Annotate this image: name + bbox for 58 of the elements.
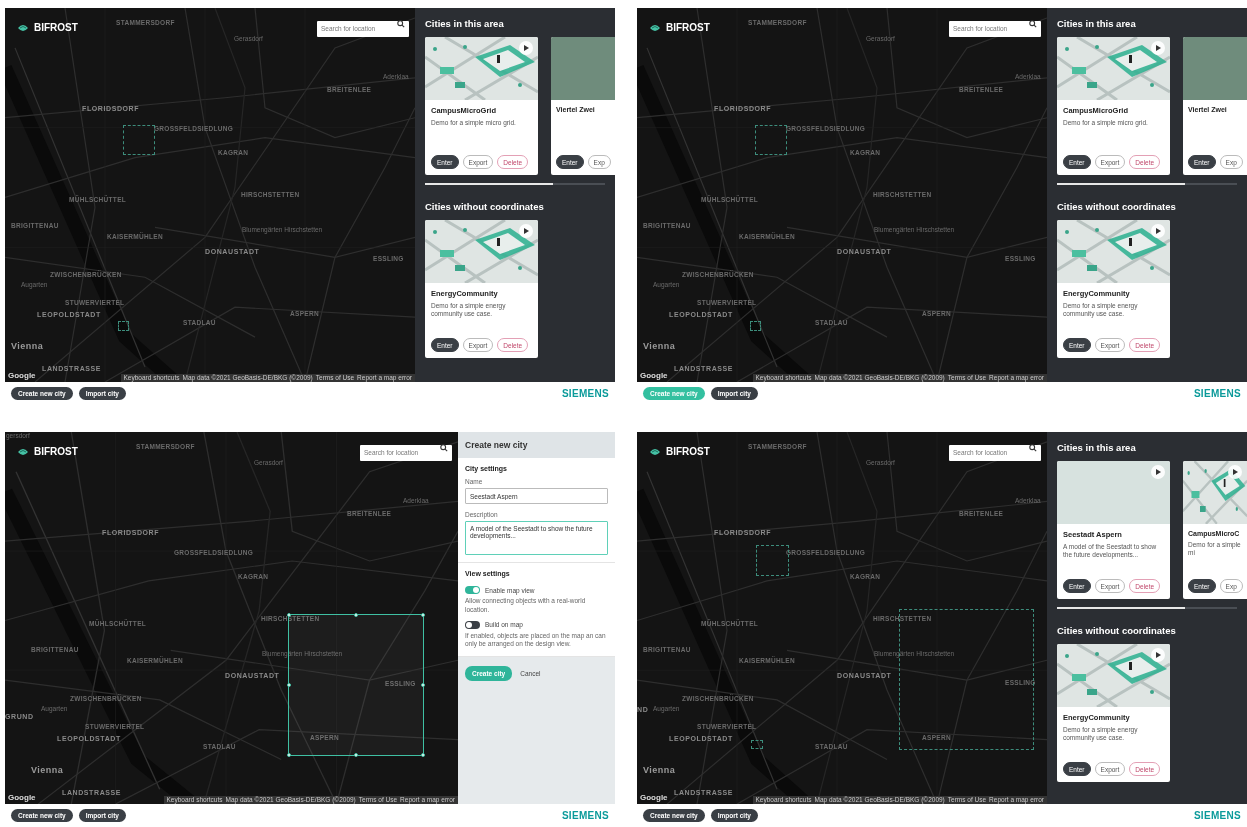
search-icon [440,444,448,452]
logo-icon [17,22,29,33]
section-title: Cities without coordinates [1057,625,1177,636]
logo-icon [649,446,661,457]
panel-title: Create new city [458,432,615,458]
thumbnail-placeholder [551,37,615,100]
play-icon [1155,228,1161,234]
toggle-switch[interactable] [465,586,480,594]
area-outline[interactable] [750,321,761,331]
app-logo: BIFROST [34,22,78,33]
logo-icon [17,446,29,457]
google-logo: Google [8,371,36,380]
play-button[interactable] [1151,465,1165,479]
search-icon [1029,444,1037,452]
logo-icon [649,22,661,33]
map-label: Vienna [643,766,676,775]
map-label: Vienna [11,342,44,351]
brand-logo: SIEMENS [561,810,609,822]
resize-handle[interactable] [421,613,425,617]
play-icon [523,228,529,234]
brand-logo: SIEMENS [561,388,609,399]
resize-handle[interactable] [421,683,425,687]
resize-handle[interactable] [287,683,291,687]
thumbnail-placeholder [1183,37,1247,100]
brand-logo: SIEMENS [1193,388,1241,399]
area-outline[interactable] [118,321,129,331]
brand-logo: SIEMENS [1193,810,1241,822]
google-logo: Google [8,793,36,803]
app-logo: BIFROST [34,446,78,457]
area-outline[interactable] [123,125,155,155]
search-icon [1029,20,1037,28]
search-icon [397,20,405,28]
resize-handle[interactable] [421,753,425,757]
area-outline[interactable] [751,740,763,749]
section-title: Cities without coordinates [425,201,545,212]
map-label: Vienna [643,342,676,351]
map-label: Vienna [31,766,64,775]
play-icon [1155,45,1161,51]
scroll-track[interactable] [425,183,605,185]
resize-handle[interactable] [354,613,358,617]
scroll-track[interactable] [1057,607,1237,609]
play-icon [523,45,529,51]
section-title: Cities in this area [1057,18,1137,29]
toggle-switch[interactable] [465,620,480,629]
section-title: Cities in this area [425,18,505,29]
play-icon [1155,469,1161,475]
resize-handle[interactable] [287,753,291,757]
scroll-track[interactable] [1057,183,1237,185]
section-title: Cities in this area [1057,442,1137,453]
app-logo: BIFROST [666,22,710,33]
google-logo: Google [640,793,668,803]
app-logo: BIFROST [666,446,710,457]
resize-handle[interactable] [354,753,358,757]
section-title: Cities without coordinates [1057,201,1177,212]
play-icon [1155,652,1161,658]
google-logo: Google [640,371,668,380]
area-outline[interactable] [755,125,787,155]
city-drawing [1183,461,1247,524]
